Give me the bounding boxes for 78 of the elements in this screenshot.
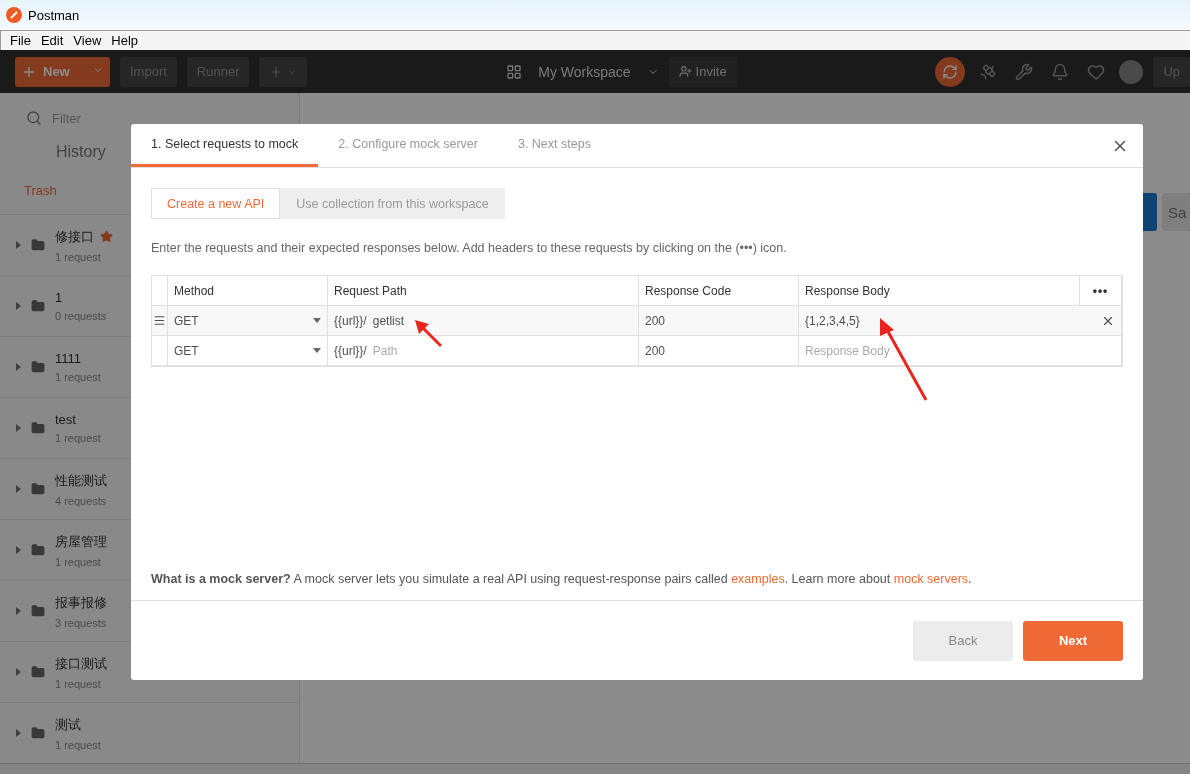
step-tab[interactable]: 1. Select requests to mock: [131, 124, 319, 167]
workspace-dropdown[interactable]: My Workspace: [532, 62, 637, 81]
response-code-field[interactable]: 200: [645, 343, 666, 358]
folder-icon: [31, 238, 45, 253]
window-title: Postman: [28, 7, 80, 23]
column-header: Response Body: [805, 283, 890, 298]
sync-icon[interactable]: [935, 56, 966, 87]
caret-icon: [16, 241, 21, 250]
folder-icon: [31, 360, 45, 375]
path-field[interactable]: Path: [372, 343, 398, 358]
folder-icon: [31, 726, 45, 741]
new-button[interactable]: New: [15, 56, 110, 87]
description-text: Enter the requests and their expected responses below. Add headers to these requests by clicking on the (•••) icon.: [151, 241, 788, 255]
app-logo-icon: [6, 7, 22, 23]
examples-link[interactable]: examples: [731, 572, 785, 586]
url-prefix: {{url}}/: [334, 313, 367, 328]
collection-name: 房屋管理: [55, 532, 107, 551]
folder-icon: [31, 299, 45, 314]
caret-icon: [16, 302, 21, 311]
source-tab[interactable]: Create a new API: [151, 188, 281, 219]
response-code-field[interactable]: 200: [645, 313, 666, 328]
menu-item[interactable]: File: [7, 33, 34, 48]
response-body-field[interactable]: {1,2,3,4,5}: [805, 313, 860, 328]
url-prefix: {{url}}/: [334, 343, 367, 358]
collection-name: 1111: [55, 351, 82, 367]
search-icon: [26, 110, 42, 127]
menu-item[interactable]: View: [70, 33, 105, 48]
collection-name: 测试: [55, 715, 81, 734]
request-count: 1 request: [55, 555, 102, 568]
new-window-button[interactable]: [259, 56, 308, 87]
back-button[interactable]: Back: [913, 620, 1013, 661]
collection-name: 接口测试: [55, 654, 107, 673]
plus-icon: [269, 64, 284, 79]
collection-name: test: [55, 412, 76, 428]
request-count: 3 requests: [55, 616, 107, 629]
column-header: Response Code: [645, 283, 732, 298]
request-count: 1 request: [55, 677, 102, 690]
column-header: Method: [174, 283, 215, 298]
request-count: 1 request: [55, 432, 101, 445]
folder-icon: [31, 665, 45, 680]
source-tab[interactable]: Use collection from this workspace: [280, 188, 505, 219]
annotation-arrow: [413, 318, 443, 348]
grid-icon: [506, 63, 523, 80]
step-tab[interactable]: 2. Configure mock server: [318, 124, 498, 167]
next-button[interactable]: Next: [1023, 620, 1123, 661]
step-tab[interactable]: 3. Next steps: [497, 124, 611, 167]
caret-icon: [16, 729, 21, 738]
path-field[interactable]: getlist: [372, 313, 405, 328]
info-text: What is a mock server? A mock server lets you simulate a real API using request-response pairs called examples. Learn more about mock servers.: [151, 572, 973, 586]
folder-icon: [31, 421, 45, 436]
caret-icon: [16, 607, 21, 616]
collection-name: 报事报修: [55, 593, 107, 612]
add-user-icon: [678, 65, 692, 79]
caret-icon: [16, 485, 21, 494]
caret-icon: [16, 363, 21, 372]
menu-item[interactable]: Edit: [37, 33, 67, 48]
avatar-icon[interactable]: [1119, 59, 1144, 84]
collection-name: 1: [55, 290, 63, 306]
drag-handle-icon[interactable]: [153, 314, 166, 327]
save-button[interactable]: Sa: [1162, 193, 1190, 232]
request-count: 1 request: [55, 738, 101, 751]
caret-icon: [16, 546, 21, 555]
collection-name: 修接口: [55, 227, 94, 246]
menu-item[interactable]: Help: [108, 33, 142, 48]
caret-icon: [16, 424, 21, 433]
invite-button[interactable]: Invite: [668, 56, 737, 87]
caret-icon: [16, 668, 21, 677]
folder-icon: [31, 604, 45, 619]
request-count: 1 request: [55, 250, 102, 263]
request-count: 4 requests: [55, 494, 107, 507]
request-count: 1 request: [55, 371, 101, 384]
more-menu[interactable]: •••: [1092, 283, 1109, 298]
column-header: Request Path: [334, 283, 407, 298]
collection-name: 性能测试: [55, 471, 107, 490]
method-select[interactable]: GET: [174, 343, 321, 358]
folder-icon: [31, 543, 45, 558]
response-body-field[interactable]: Response Body: [805, 343, 890, 358]
folder-icon: [31, 482, 45, 497]
